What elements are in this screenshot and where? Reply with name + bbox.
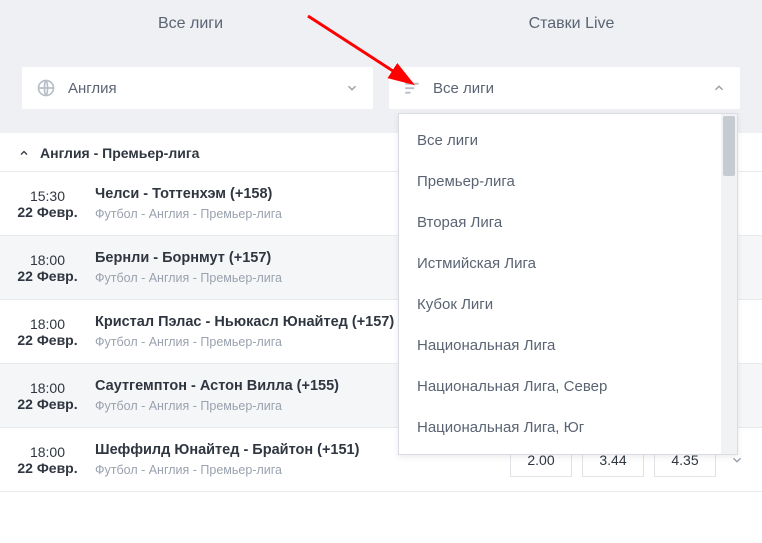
league-dropdown-item[interactable]: Кубок Лиги: [399, 284, 721, 325]
time-column: 15:3022 Февр.: [0, 172, 95, 235]
country-filter-label: Англия: [68, 80, 117, 97]
league-dropdown: Все лигиПремьер-лигаВторая ЛигаИстмийска…: [398, 113, 738, 455]
tab-live-bets[interactable]: Ставки Live: [381, 0, 762, 47]
scrollbar-thumb[interactable]: [723, 116, 735, 176]
time-column: 18:0022 Февр.: [0, 364, 95, 427]
match-date: 22 Февр.: [17, 204, 77, 220]
match-date: 22 Февр.: [17, 460, 77, 476]
chevron-up-icon: [712, 81, 726, 95]
top-tabs: Все лиги Ставки Live: [0, 0, 762, 47]
match-time: 15:30: [30, 188, 65, 204]
league-dropdown-item[interactable]: Все лиги: [399, 120, 721, 161]
league-dropdown-list: Все лигиПремьер-лигаВторая ЛигаИстмийска…: [399, 114, 721, 454]
match-date: 22 Февр.: [17, 396, 77, 412]
chevron-down-icon: [345, 81, 359, 95]
league-dropdown-item[interactable]: Национальная Лига, Север: [399, 366, 721, 407]
league-dropdown-item[interactable]: Вторая Лига: [399, 202, 721, 243]
match-time: 18:00: [30, 316, 65, 332]
match-date: 22 Февр.: [17, 332, 77, 348]
scrollbar[interactable]: [721, 114, 737, 454]
tab-all-leagues[interactable]: Все лиги: [0, 0, 381, 47]
match-time: 18:00: [30, 380, 65, 396]
league-dropdown-item[interactable]: Национальная Лига: [399, 325, 721, 366]
chevron-up-icon: [18, 147, 30, 159]
league-dropdown-item[interactable]: Премьер-лига: [399, 161, 721, 202]
league-dropdown-item[interactable]: Истмийская Лига: [399, 243, 721, 284]
match-time: 18:00: [30, 252, 65, 268]
league-filter[interactable]: Все лиги: [389, 67, 740, 109]
time-column: 18:0022 Февр.: [0, 428, 95, 491]
filter-icon: [403, 79, 421, 97]
league-filter-label: Все лиги: [433, 80, 494, 97]
league-dropdown-item[interactable]: Национальная Лига, Юг: [399, 407, 721, 448]
time-column: 18:0022 Февр.: [0, 236, 95, 299]
globe-icon: [36, 78, 56, 98]
match-date: 22 Февр.: [17, 268, 77, 284]
country-filter[interactable]: Англия: [22, 67, 373, 109]
match-time: 18:00: [30, 444, 65, 460]
time-column: 18:0022 Февр.: [0, 300, 95, 363]
section-title: Англия - Премьер-лига: [40, 145, 199, 161]
match-subtitle: Футбол - Англия - Премьер-лига: [95, 463, 510, 477]
